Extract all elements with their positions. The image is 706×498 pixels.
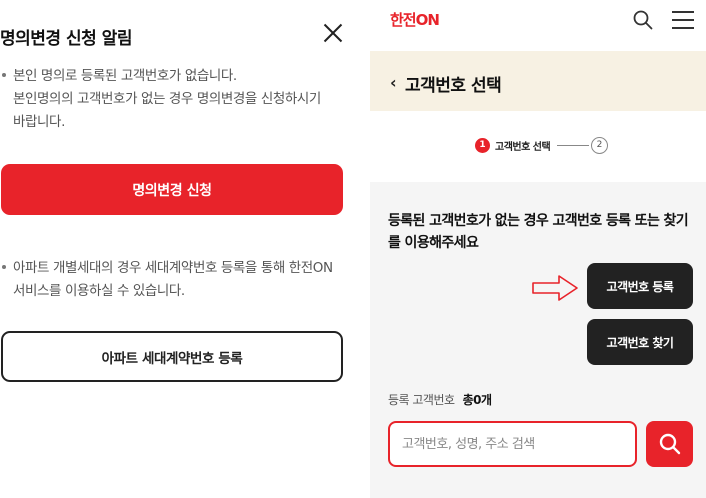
name-change-dialog: 명의변경 신청 알림 본인 명의로 등록된 고객번호가 없습니다. 본인명의의 … xyxy=(0,0,352,498)
bullet-dot xyxy=(2,264,6,269)
register-customer-number-button[interactable]: 고객번호 등록 xyxy=(587,263,693,309)
step-connector xyxy=(557,145,589,146)
bullet-dot xyxy=(2,72,6,77)
search-icon[interactable] xyxy=(633,10,653,30)
content-panel: 등록된 고객번호가 없는 경우 고객번호 등록 또는 찾기를 이용해주세요 고객… xyxy=(370,182,706,498)
top-bar: 한전ON xyxy=(370,0,706,51)
dialog-title: 명의변경 신청 알림 xyxy=(0,29,132,49)
find-customer-number-button[interactable]: 고객번호 찾기 xyxy=(587,319,693,365)
search-icon xyxy=(659,433,681,455)
notice2-line2: 서비스를 이용하실 수 있습니다. xyxy=(13,283,185,299)
apply-name-change-button[interactable]: 명의변경 신청 xyxy=(1,164,343,215)
step-1-label: 고객번호 선택 xyxy=(495,142,551,153)
notice2-line1: 아파트 개별세대의 경우 세대계약번호 등록을 통해 한전ON xyxy=(13,260,333,276)
count-label: 등록 고객번호 xyxy=(388,393,455,407)
notice1-line3: 바랍니다. xyxy=(13,114,65,130)
search-button[interactable] xyxy=(646,421,693,467)
info-message: 등록된 고객번호가 없는 경우 고객번호 등록 또는 찾기를 이용해주세요 xyxy=(388,213,689,251)
search-input[interactable] xyxy=(388,421,637,467)
page-title: 고객번호 선택 xyxy=(405,76,502,96)
right-arrow-icon xyxy=(532,275,578,301)
notice1-line1: 본인 명의로 등록된 고객번호가 없습니다. xyxy=(13,68,237,84)
step-1-badge: 1 xyxy=(475,138,490,153)
notice-no-customer-number: 본인 명의로 등록된 고객번호가 없습니다. 본인명의의 고객번호가 없는 경우… xyxy=(0,65,345,134)
kepco-on-logo[interactable]: 한전ON xyxy=(390,9,440,30)
step-2-badge: 2 xyxy=(591,137,608,154)
notice-apartment: 아파트 개별세대의 경우 세대계약번호 등록을 통해 한전ON 서비스를 이용하… xyxy=(0,257,345,303)
customer-number-screen: 한전ON ‹ 고객번호 선택 1 고객번호 선택 2 등록된 고객번호가 없는 … xyxy=(370,0,706,498)
step-indicator: 1 고객번호 선택 2 xyxy=(475,137,615,155)
back-chevron-icon[interactable]: ‹ xyxy=(390,73,397,92)
close-icon[interactable] xyxy=(320,20,346,46)
hamburger-menu-icon[interactable] xyxy=(672,11,694,29)
page-header: ‹ 고객번호 선택 xyxy=(370,51,706,111)
registered-count: 등록 고객번호 총0개 xyxy=(388,391,492,408)
count-value: 총0개 xyxy=(462,393,492,407)
apartment-contract-register-button[interactable]: 아파트 세대계약번호 등록 xyxy=(1,331,343,382)
notice1-line2: 본인명의의 고객번호가 없는 경우 명의변경을 신청하시기 xyxy=(13,91,321,107)
